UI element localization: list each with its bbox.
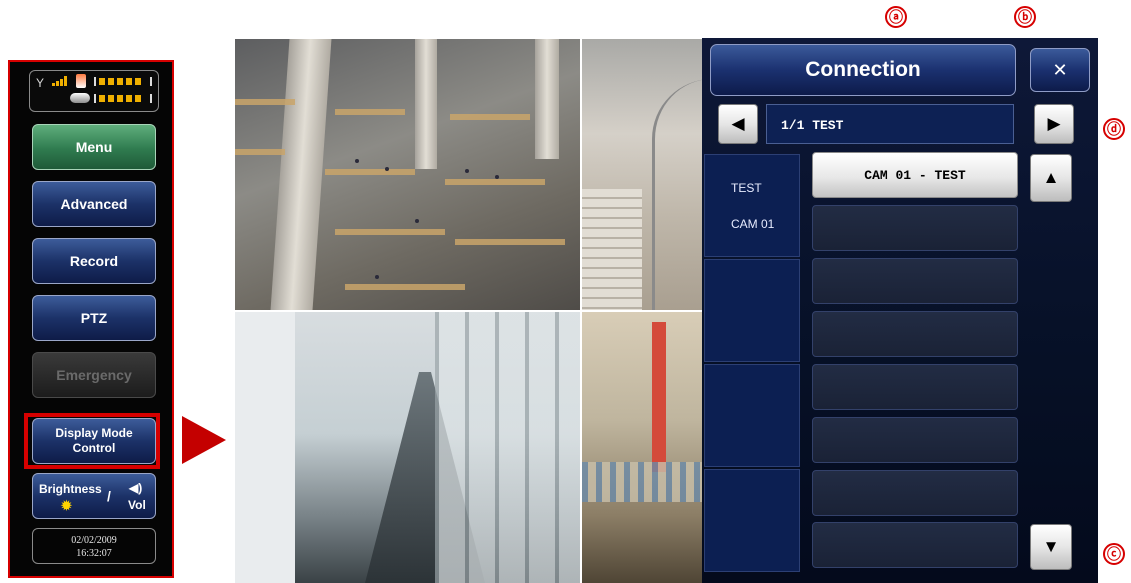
connection-button[interactable]: Connection [710,44,1016,96]
camera-slot-7[interactable] [812,470,1018,516]
site-item-empty[interactable] [704,364,800,467]
camera-view-4[interactable] [582,312,704,583]
group-page-field: 1/1 TEST [766,104,1014,144]
connection-dialog: Connection ✕ ◀ 1/1 TEST ▶ TEST CAM 01 CA… [702,38,1098,583]
camera-view-2[interactable] [582,39,704,310]
brightness-label: Brightness [39,482,102,496]
callout-b: ⓑ [1014,6,1036,28]
scroll-up-button[interactable]: ▲ [1030,154,1072,202]
speaker-icon: ◀) [129,481,143,495]
camera-slot-6[interactable] [812,417,1018,463]
battery-icon [76,74,86,88]
vol-label: Vol [128,498,146,512]
camera-slot-2[interactable] [812,205,1018,251]
camera-slot-8[interactable] [812,522,1018,568]
advanced-button[interactable]: Advanced [32,181,156,227]
camera-slot-1[interactable]: CAM 01 - TEST [812,152,1018,198]
site-item-test[interactable]: TEST CAM 01 [704,154,800,257]
hdd-icon [70,93,90,103]
camera-slot-4[interactable] [812,311,1018,357]
sun-icon: ✹ [61,498,72,513]
device-control-panel: Y Menu Advanced Record PTZ Emergency Dis… [8,60,174,578]
emergency-button[interactable]: Emergency [32,352,156,398]
next-group-button[interactable]: ▶ [1034,104,1074,144]
signal-bars-icon [52,76,68,86]
close-button[interactable]: ✕ [1030,48,1090,92]
display-mode-control-button[interactable]: Display Mode Control [32,418,156,464]
camera-slot-3[interactable] [812,258,1018,304]
date-text: 02/02/2009 [71,535,117,546]
arrow-right-icon: ▶ [1047,114,1061,133]
camera-view-3[interactable] [235,312,580,583]
hdd-level-meter [94,94,152,103]
scroll-down-button[interactable]: ▼ [1030,524,1072,570]
arrow-up-icon: ▲ [1042,168,1060,187]
arrow-down-icon: ▼ [1042,537,1060,556]
record-button[interactable]: Record [32,238,156,284]
callout-d: ⓓ [1103,118,1125,140]
close-icon: ✕ [1052,59,1068,80]
brightness-volume-button[interactable]: Brightness / ✹ ◀) Vol [32,473,156,519]
camera-view-1[interactable] [235,39,580,310]
prev-group-button[interactable]: ◀ [718,104,758,144]
antenna-signal-icon: Y [36,76,45,90]
display-mode-label-line2: Control [72,441,116,455]
datetime-display: 02/02/2009 16:32:07 [32,528,156,564]
display-mode-label-line1: Display Mode [55,426,133,440]
callout-c: ⓒ [1103,543,1125,565]
menu-button[interactable]: Menu [32,124,156,170]
brightness-volume-separator: / [107,488,111,504]
arrow-left-icon: ◀ [731,114,745,133]
site-item-empty[interactable] [704,259,800,362]
pointer-arrow-icon [182,416,226,464]
site-item-empty[interactable] [704,469,800,572]
status-indicator: Y [29,70,159,112]
site-camera-label: CAM 01 [731,217,775,231]
site-name: TEST [731,181,762,195]
camera-slot-5[interactable] [812,364,1018,410]
callout-a: ⓐ [885,6,907,28]
ptz-button[interactable]: PTZ [32,295,156,341]
battery-level-meter [94,77,152,86]
time-text: 16:32:07 [76,548,112,559]
